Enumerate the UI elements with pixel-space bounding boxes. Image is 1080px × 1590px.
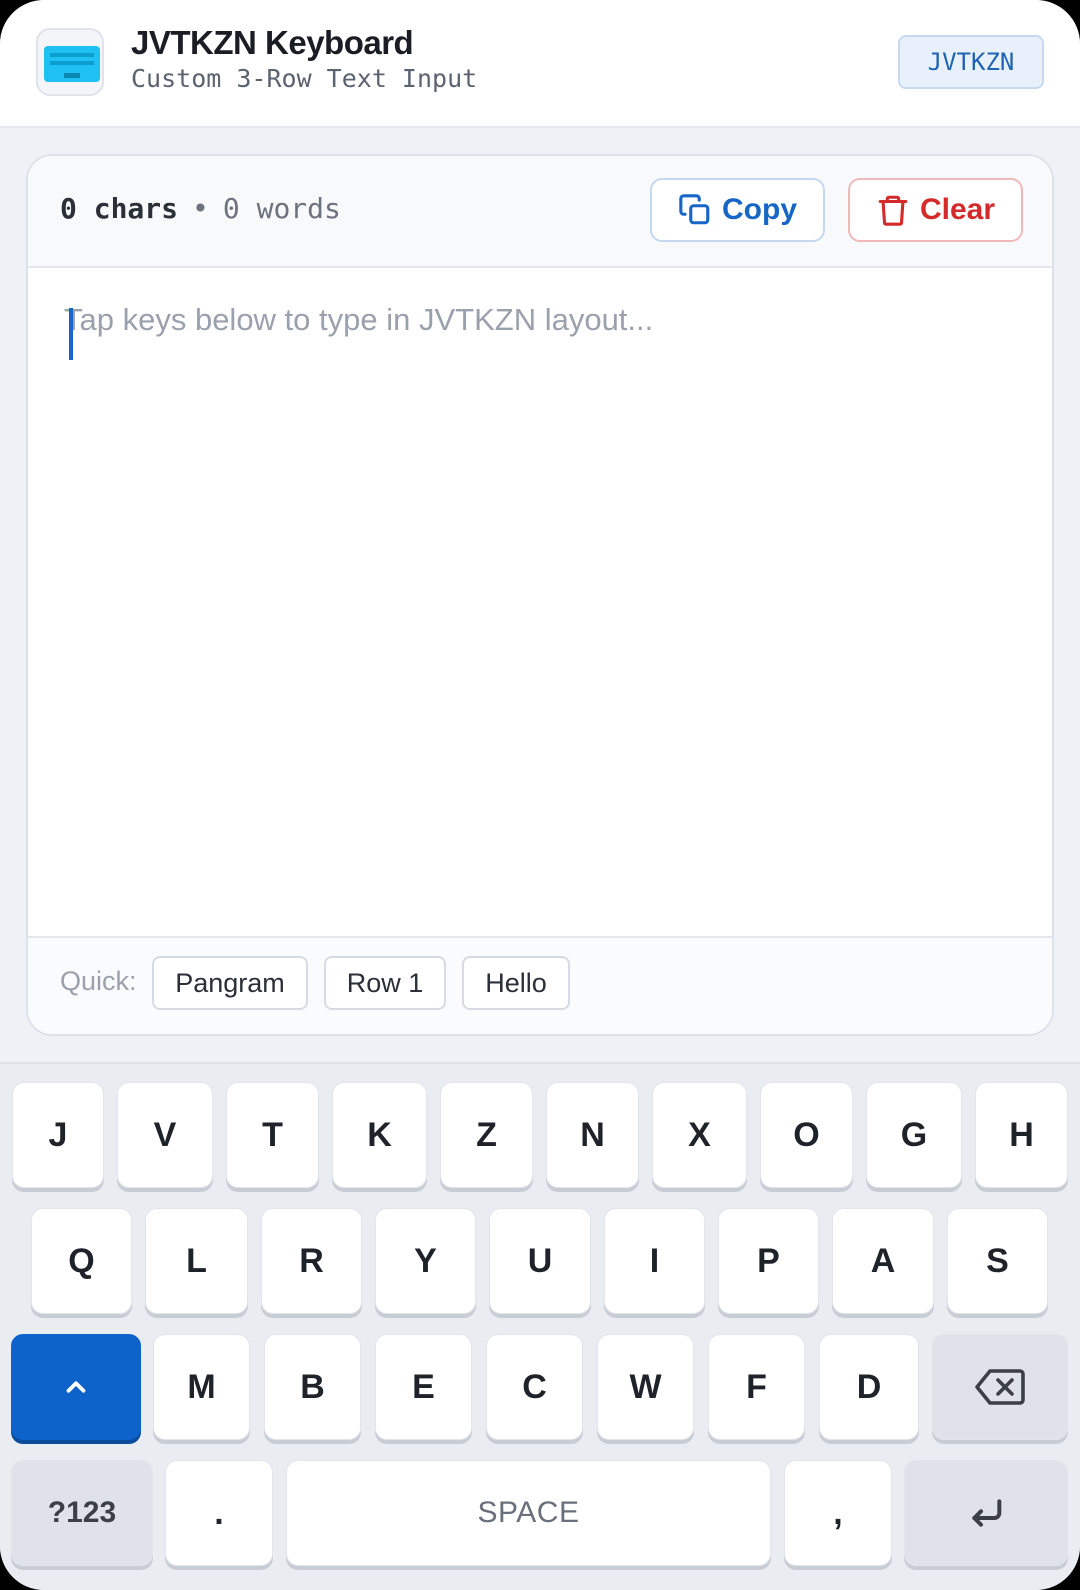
- enter-icon: [972, 1499, 1002, 1527]
- layout-badge[interactable]: JVTKZN: [898, 35, 1044, 89]
- key-l[interactable]: L: [145, 1208, 248, 1314]
- key-s[interactable]: S: [947, 1208, 1048, 1314]
- key-u[interactable]: U: [489, 1208, 591, 1314]
- app-title: JVTKZN Keyboard: [131, 24, 414, 61]
- key-c[interactable]: C: [486, 1334, 583, 1440]
- key-i[interactable]: I: [604, 1208, 705, 1314]
- numbers-key[interactable]: ?123: [11, 1460, 153, 1566]
- trash-icon: [878, 195, 908, 226]
- counter-separator: •: [192, 192, 209, 225]
- key-g[interactable]: G: [866, 1082, 962, 1188]
- key-y[interactable]: Y: [375, 1208, 476, 1314]
- key-b[interactable]: B: [264, 1334, 361, 1440]
- virtual-keyboard: J V T K Z N X O G H Q L R Y U I P A S M …: [0, 1062, 1080, 1590]
- app-subtitle: Custom 3-Row Text Input: [131, 64, 478, 93]
- key-d[interactable]: D: [819, 1334, 919, 1440]
- key-n[interactable]: N: [546, 1082, 639, 1188]
- editor-toolbar: 0 chars • 0 words Copy Clear: [28, 156, 1052, 268]
- quick-chip-row1[interactable]: Row 1: [324, 956, 446, 1010]
- copy-button[interactable]: Copy: [650, 178, 825, 242]
- words-label: words: [256, 192, 341, 225]
- key-j[interactable]: J: [12, 1082, 104, 1188]
- key-o[interactable]: O: [760, 1082, 853, 1188]
- key-w[interactable]: W: [597, 1334, 694, 1440]
- chars-label: chars: [93, 192, 179, 225]
- comma-key[interactable]: ,: [784, 1460, 892, 1566]
- chars-count: 0: [60, 192, 77, 225]
- chevron-up-icon: [66, 1381, 86, 1393]
- clear-button[interactable]: Clear: [848, 178, 1023, 242]
- period-key[interactable]: .: [165, 1460, 273, 1566]
- key-q[interactable]: Q: [31, 1208, 132, 1314]
- quick-chip-hello[interactable]: Hello: [462, 956, 570, 1010]
- quick-insert-bar: Quick: Pangram Row 1 Hello: [28, 936, 1052, 1034]
- app-screen: JVTKZN Keyboard Custom 3-Row Text Input …: [0, 0, 1080, 1590]
- key-v[interactable]: V: [117, 1082, 213, 1188]
- key-z[interactable]: Z: [440, 1082, 533, 1188]
- backspace-icon: [975, 1369, 1025, 1405]
- backspace-key[interactable]: [932, 1334, 1068, 1440]
- char-word-counter: 0 chars • 0 words: [60, 192, 341, 225]
- editor-card: 0 chars • 0 words Copy Clear Tap keys be…: [26, 154, 1054, 1036]
- text-input-placeholder: Tap keys below to type in JVTKZN layout.…: [64, 302, 654, 337]
- key-k[interactable]: K: [332, 1082, 427, 1188]
- text-input-area[interactable]: Tap keys below to type in JVTKZN layout.…: [28, 268, 1052, 936]
- quick-chip-pangram[interactable]: Pangram: [152, 956, 308, 1010]
- app-header: JVTKZN Keyboard Custom 3-Row Text Input …: [0, 0, 1080, 128]
- key-t[interactable]: T: [226, 1082, 319, 1188]
- key-h[interactable]: H: [975, 1082, 1068, 1188]
- enter-key[interactable]: [904, 1460, 1068, 1566]
- key-r[interactable]: R: [261, 1208, 362, 1314]
- key-f[interactable]: F: [708, 1334, 805, 1440]
- words-count: 0: [222, 192, 240, 225]
- keyboard-icon: [36, 28, 104, 96]
- copy-label: Copy: [722, 193, 797, 226]
- copy-icon: [679, 194, 710, 225]
- key-e[interactable]: E: [375, 1334, 472, 1440]
- key-m[interactable]: M: [153, 1334, 250, 1440]
- text-caret: [69, 308, 73, 360]
- shift-key[interactable]: [11, 1334, 141, 1440]
- clear-label: Clear: [919, 193, 996, 226]
- key-x[interactable]: X: [652, 1082, 747, 1188]
- key-p[interactable]: P: [718, 1208, 819, 1314]
- key-a[interactable]: A: [832, 1208, 934, 1314]
- quick-label: Quick:: [60, 966, 137, 996]
- space-key[interactable]: SPACE: [286, 1460, 771, 1566]
